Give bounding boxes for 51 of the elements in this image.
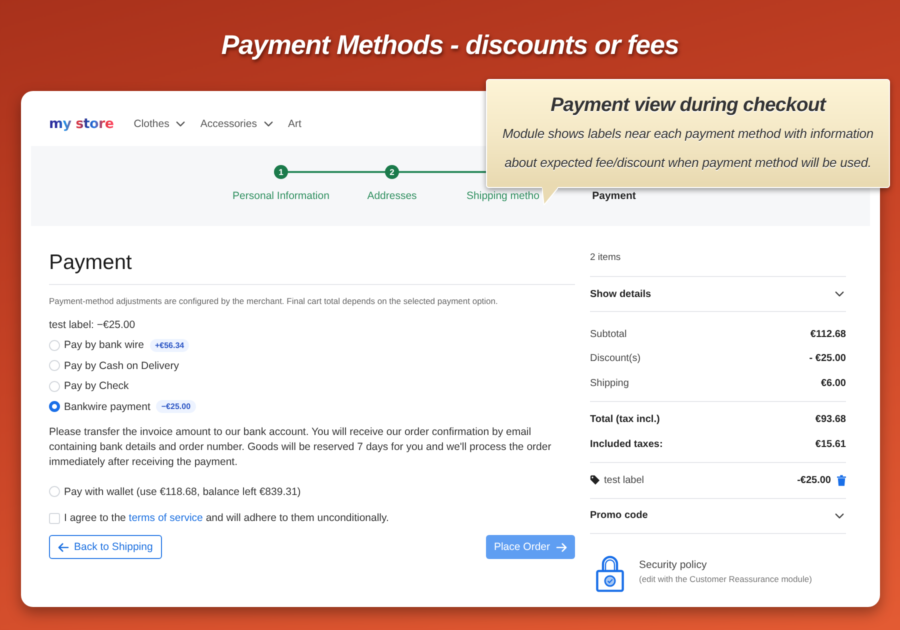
fee-badge: −€25.00 — [156, 400, 196, 414]
arrow-right-icon — [556, 542, 567, 552]
terms-text: I agree to the terms of service and will adhere to them unconditionally. — [64, 512, 389, 524]
callout-title: Payment view during checkout — [550, 93, 826, 118]
back-button[interactable]: Back to Shipping — [49, 535, 162, 559]
payment-option-label[interactable]: Pay by Cash on Delivery — [64, 360, 179, 372]
summary-value: €6.00 — [820, 378, 846, 389]
step-label[interactable]: Payment — [592, 190, 636, 202]
reassurance-text: (edit with the Customer Reassurance module) — [639, 572, 812, 586]
nav-menu-item[interactable]: Clothes — [134, 118, 186, 130]
payment-option-label[interactable]: Pay by Check — [64, 380, 129, 392]
nav-menu-item[interactable]: Art — [288, 118, 302, 130]
total-label: Total (tax incl.) — [590, 414, 660, 424]
trash-icon[interactable] — [837, 474, 846, 486]
terms-checkbox[interactable] — [49, 512, 60, 524]
nav-menu-item[interactable]: Accessories — [200, 118, 273, 130]
total-value: €15.61 — [815, 438, 846, 450]
step-label[interactable]: Personal Information — [232, 190, 330, 202]
arrow-left-icon — [58, 542, 69, 552]
step-number: 1 — [274, 165, 288, 179]
items-count: 2 items — [590, 251, 622, 265]
radio-button[interactable] — [49, 401, 60, 412]
step-label[interactable]: Shipping metho — [466, 190, 540, 202]
adjustment-label: test label: −€25.00 — [49, 319, 136, 332]
tag-icon — [590, 475, 600, 485]
show-details-toggle[interactable]: Show details — [590, 288, 652, 300]
payment-option-label[interactable]: Bankwire payment — [64, 400, 150, 413]
banner-title: Payment Methods - discounts or fees — [221, 30, 679, 61]
summary-value: - €25.00 — [809, 353, 846, 364]
voucher-value: -€25.00 — [797, 474, 831, 486]
promo-code-toggle[interactable]: Promo code — [590, 510, 648, 521]
summary-label: Discount(s) — [590, 353, 641, 364]
reassurance-title: Security policy — [639, 558, 708, 572]
info-note: Payment-method adjustments are configured by the merchant. Final cart total depends on the selected payment option. — [49, 295, 499, 307]
payment-instructions: Please transfer the invoice amount to our bank account. You will receive our order confirmation by email containing bank details and order number. Goods will be reserved 7 days for you and we'll process the order immediately after receiving the payment. — [49, 425, 552, 470]
section-title: Payment — [49, 250, 133, 276]
voucher-label: test label — [604, 474, 644, 486]
step-number: 2 — [385, 165, 399, 179]
store-logo[interactable]: my store — [49, 116, 114, 132]
summary-value: €112.68 — [810, 328, 846, 340]
padlock-icon — [596, 554, 624, 592]
fee-badge: +€56.34 — [150, 338, 190, 352]
payment-option-label[interactable]: Pay by bank wire — [64, 339, 144, 352]
total-label: Included taxes: — [590, 438, 663, 450]
callout-text: Module shows labels near each payment method with information about expected fee/discount when payment method will be used. — [501, 125, 875, 172]
summary-label: Subtotal — [590, 328, 627, 340]
summary-label: Shipping — [590, 378, 629, 389]
terms-link[interactable]: terms of service — [128, 512, 203, 524]
step-label[interactable]: Addresses — [367, 190, 417, 202]
total-value: €93.68 — [815, 414, 846, 424]
payment-option-label[interactable]: Pay with wallet (use €118.68, balance left €839.31) — [64, 486, 301, 498]
